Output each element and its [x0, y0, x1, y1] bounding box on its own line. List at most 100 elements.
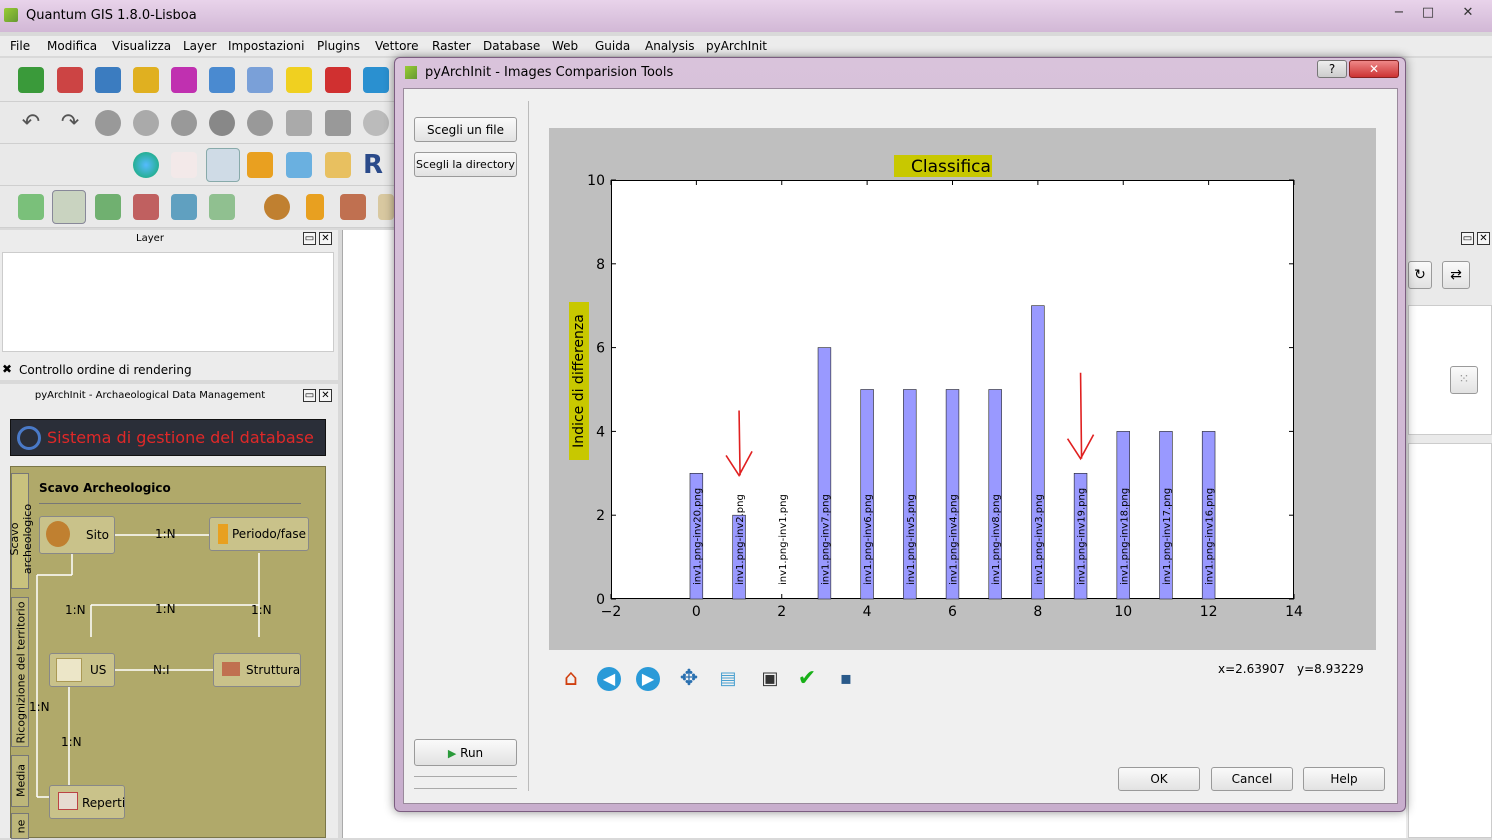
menu-modifica[interactable]: Modifica — [47, 39, 97, 53]
offset-curve-icon[interactable] — [286, 110, 312, 136]
forward-icon[interactable]: ▶ — [636, 667, 660, 691]
relation-label: 1:N — [29, 700, 50, 714]
periodo-node[interactable]: Periodo/fase — [209, 517, 309, 551]
menu-guida[interactable]: Guida — [595, 39, 630, 53]
add-wms-layer-icon[interactable] — [209, 67, 235, 93]
plugin-gear-icon[interactable] — [286, 152, 312, 178]
add-mssql-layer-icon[interactable] — [171, 67, 197, 93]
layer-list[interactable] — [2, 252, 334, 352]
struttura-node[interactable]: Struttura — [213, 653, 301, 687]
y-tick-label: 0 — [596, 592, 605, 608]
menu-pyarchinit[interactable]: pyArchInit — [706, 39, 767, 53]
zoom-icon[interactable]: ▤ — [715, 666, 741, 692]
bar-label: inv1.png-inv4.png — [949, 494, 960, 585]
close-panel-icon[interactable]: ✕ — [319, 389, 332, 402]
plugin-box-icon[interactable] — [325, 152, 351, 178]
globe-icon[interactable] — [133, 152, 159, 178]
menu-web[interactable]: Web — [552, 39, 578, 53]
us-icon[interactable] — [378, 194, 394, 220]
menu-raster[interactable]: Raster — [432, 39, 471, 53]
bar-label: inv1.png-inv8.png — [991, 494, 1002, 585]
menu-visualizza[interactable]: Visualizza — [112, 39, 171, 53]
struttura-icon[interactable] — [340, 194, 366, 220]
cube-blue-icon[interactable] — [206, 148, 240, 182]
menu-file[interactable]: File — [10, 39, 30, 53]
add-spatialite-layer-icon[interactable] — [133, 67, 159, 93]
pan-icon[interactable]: ✥ — [676, 666, 702, 692]
x-tick-label: 10 — [1114, 604, 1132, 620]
reperti-node[interactable]: Reperti — [49, 785, 125, 819]
add-part-icon[interactable] — [133, 110, 159, 136]
new-bookmark-icon[interactable] — [286, 67, 312, 93]
new-vector-layer-icon[interactable] — [18, 67, 44, 93]
save-icon[interactable]: ▪ — [833, 666, 859, 692]
banner-title: Sistema di gestione del database — [47, 428, 314, 447]
us-node[interactable]: US — [49, 653, 115, 687]
hourglass-icon — [218, 524, 228, 544]
map-add-icon[interactable] — [18, 194, 44, 220]
cancel-button[interactable]: Cancel — [1211, 767, 1293, 791]
undo-icon[interactable]: ↶ — [18, 110, 44, 136]
add-wfs-layer-icon[interactable] — [247, 67, 273, 93]
add-raster-layer-icon[interactable] — [57, 67, 83, 93]
split-features-icon[interactable] — [325, 110, 351, 136]
hourglass-icon[interactable] — [306, 194, 324, 220]
profile-graph-icon[interactable] — [171, 152, 197, 178]
back-icon[interactable]: ◀ — [597, 667, 621, 691]
sito-node[interactable]: Sito — [39, 516, 115, 554]
y-axis-label: Indice di differenza — [571, 314, 587, 448]
ok-button[interactable]: OK — [1118, 767, 1200, 791]
menu-vettore[interactable]: Vettore — [375, 39, 418, 53]
remove-layer-icon[interactable] — [325, 67, 351, 93]
close-button[interactable]: ✕ — [1455, 4, 1481, 22]
menu-impostazioni[interactable]: Impostazioni — [228, 39, 304, 53]
r-icon[interactable]: R — [363, 152, 389, 178]
render-order-checkbox[interactable]: ✖ — [2, 363, 14, 375]
plugin-cube-icon[interactable] — [247, 152, 273, 178]
coords-x: x=2.63907 — [1218, 662, 1285, 676]
menu-analysis[interactable]: Analysis — [645, 39, 694, 53]
maximize-button[interactable]: □ — [1415, 4, 1441, 22]
map-edit-icon[interactable] — [133, 194, 159, 220]
choose-directory-button[interactable]: Scegli la directory — [414, 152, 517, 177]
map-settings-icon[interactable] — [171, 194, 197, 220]
toolbar-pyarchinit — [0, 186, 396, 228]
menu-layer[interactable]: Layer — [183, 39, 216, 53]
relation-label: 1:N — [155, 527, 176, 541]
choose-file-button[interactable]: Scegli un file — [414, 117, 517, 142]
check-icon[interactable]: ✔ — [794, 666, 820, 692]
float-panel-icon[interactable]: ▭ — [303, 389, 316, 402]
dialog-close-button[interactable]: ✕ — [1349, 60, 1399, 78]
run-button[interactable]: ▶ Run — [414, 739, 517, 766]
help-question-button[interactable]: ? — [1317, 60, 1347, 78]
menu-plugins[interactable]: Plugins — [317, 39, 360, 53]
delete-part-icon[interactable] — [209, 110, 235, 136]
add-ring-icon[interactable] — [95, 110, 121, 136]
reshape-icon[interactable] — [247, 110, 273, 136]
redo-icon[interactable]: ↷ — [57, 110, 83, 136]
subplots-icon[interactable]: ▣ — [757, 666, 783, 692]
sito-icon[interactable] — [264, 194, 290, 220]
refresh-icon[interactable]: ↻ — [1408, 261, 1432, 289]
merge-features-icon[interactable] — [363, 110, 389, 136]
close-panel-icon[interactable]: ✕ — [319, 232, 332, 245]
map-info-icon[interactable] — [52, 190, 86, 224]
struttura-icon — [222, 662, 240, 676]
map-export-icon[interactable] — [209, 194, 235, 220]
save-edits-icon[interactable] — [363, 67, 389, 93]
home-icon[interactable]: ⌂ — [558, 666, 584, 692]
swap-icon[interactable]: ⇄ — [1442, 261, 1470, 289]
us-icon — [56, 658, 82, 682]
relation-label: 1:N — [251, 603, 272, 617]
dialog-separator — [528, 101, 529, 791]
grid-select-icon[interactable]: ⁙ — [1450, 366, 1478, 394]
delete-ring-icon[interactable] — [171, 110, 197, 136]
add-postgis-layer-icon[interactable] — [95, 67, 121, 93]
float-panel-icon[interactable]: ▭ — [303, 232, 316, 245]
float-panel-icon[interactable]: ▭ — [1461, 232, 1474, 245]
close-panel-icon[interactable]: ✕ — [1477, 232, 1490, 245]
menu-database[interactable]: Database — [483, 39, 540, 53]
map-search-icon[interactable] — [95, 194, 121, 220]
minimize-button[interactable]: − — [1386, 4, 1412, 22]
help-button[interactable]: Help — [1303, 767, 1385, 791]
